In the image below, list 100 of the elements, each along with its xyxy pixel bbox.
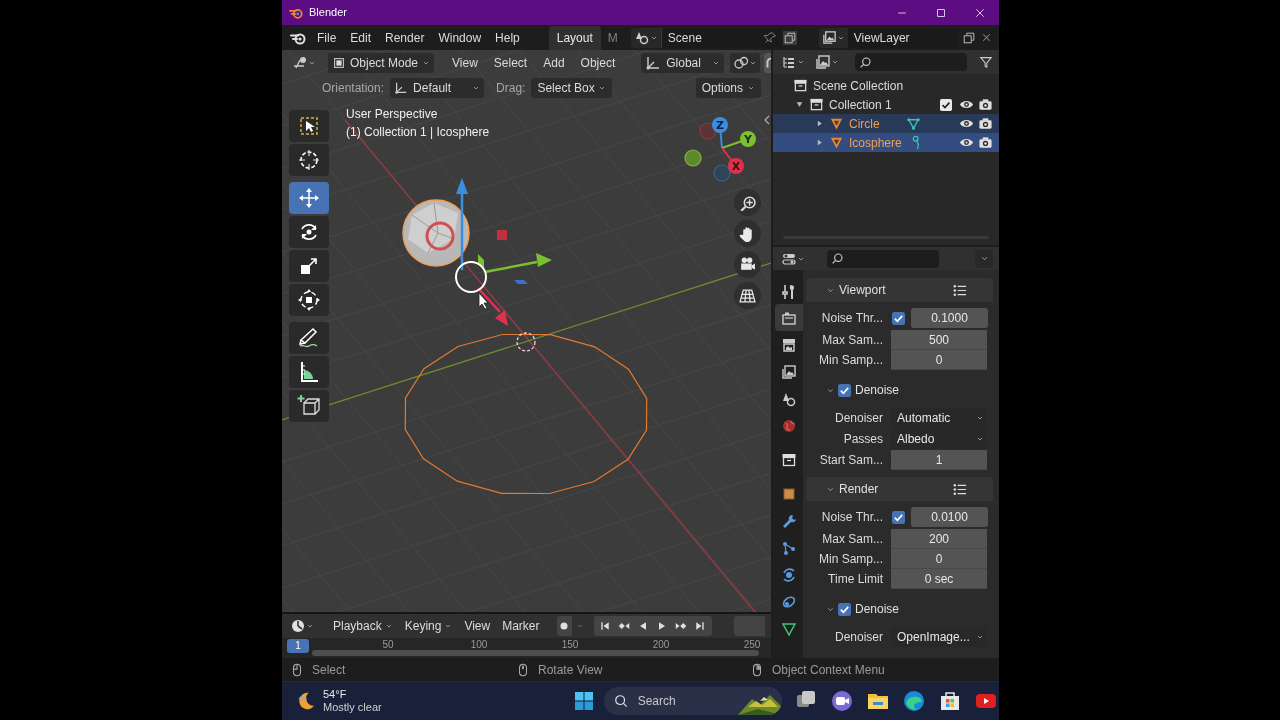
workspace-tab[interactable]: Layout — [548, 26, 601, 50]
search-field[interactable] — [855, 53, 967, 71]
collapse-triangle-icon[interactable] — [815, 138, 824, 147]
menu-item[interactable]: Edit — [343, 26, 379, 49]
menu-item[interactable]: View — [446, 52, 484, 73]
view-layer-selector[interactable] — [818, 27, 848, 48]
subpanel-header[interactable]: Denoise — [806, 378, 993, 402]
tool-button[interactable] — [289, 390, 329, 422]
copy-icon[interactable] — [961, 30, 976, 45]
expand-triangle-icon[interactable] — [795, 100, 804, 109]
axis-handle[interactable]: X — [728, 158, 744, 174]
list-icon[interactable] — [952, 481, 967, 497]
status-hint: Rotate View — [538, 661, 603, 679]
number-field[interactable]: 0 — [891, 350, 987, 370]
jump-end-icon — [694, 620, 707, 632]
drag-dropdown[interactable]: Select Box — [531, 77, 612, 98]
menu-item[interactable]: Marker — [497, 616, 545, 636]
orientation-dropdown[interactable]: Global — [641, 52, 724, 73]
grid-button[interactable] — [734, 282, 761, 309]
number-field[interactable]: 0 — [891, 549, 987, 569]
number-field[interactable]: 500 — [891, 330, 987, 350]
tool-button[interactable] — [289, 322, 329, 354]
browser-icon[interactable] — [901, 689, 926, 713]
physics-icon — [781, 566, 797, 583]
checkbox[interactable] — [940, 98, 952, 111]
axis-handle[interactable] — [713, 164, 731, 182]
subpanel-header[interactable]: Denoise — [806, 597, 993, 621]
collapse-triangle-icon[interactable] — [815, 119, 824, 128]
scene-selector[interactable] — [630, 27, 661, 48]
tool-button[interactable] — [289, 284, 329, 316]
dropdown[interactable]: Automatic — [891, 408, 987, 428]
current-frame-badge[interactable]: 1 — [287, 639, 309, 653]
panel-header[interactable]: Render — [806, 477, 993, 501]
hand-button[interactable] — [734, 220, 761, 247]
checkbox[interactable] — [892, 510, 905, 524]
checkbox[interactable] — [838, 383, 851, 397]
number-field[interactable]: 0 sec — [891, 569, 987, 589]
image-stack-icon — [815, 54, 831, 70]
menu-item[interactable]: Help — [488, 26, 527, 49]
checkbox[interactable] — [838, 602, 851, 616]
search-field[interactable] — [827, 249, 939, 268]
search-field[interactable]: Search — [603, 687, 782, 715]
menu-item[interactable]: Keying — [399, 616, 458, 636]
list-icon[interactable] — [952, 282, 967, 298]
camera-icon[interactable] — [978, 97, 993, 112]
menu-item[interactable]: Playback — [328, 616, 398, 636]
tool-button[interactable] — [289, 110, 329, 142]
subpanel-title: Denoise — [855, 601, 900, 618]
tool-button[interactable] — [289, 250, 329, 282]
menu-item[interactable]: Window — [431, 26, 489, 49]
axis-handle[interactable]: Y — [740, 131, 756, 147]
timeline-scrollbar[interactable] — [312, 650, 759, 656]
copy-icon[interactable] — [782, 30, 797, 45]
previous-keyframe-icon — [618, 620, 631, 632]
menu-item[interactable]: Add — [537, 52, 571, 73]
axis-handle[interactable]: Z — [712, 117, 728, 133]
number-field[interactable]: 0.0100 — [911, 507, 988, 527]
number-field[interactable]: 200 — [891, 529, 987, 549]
number-field[interactable]: 1 — [891, 450, 987, 470]
object-icon — [781, 485, 797, 502]
printer-icon — [781, 336, 797, 353]
windows-start-icon[interactable] — [573, 691, 594, 711]
search-placeholder: Search — [637, 693, 676, 710]
panel-header[interactable]: Viewport — [806, 278, 993, 302]
tool-button[interactable] — [289, 216, 329, 248]
options-dropdown[interactable]: Options — [695, 77, 761, 98]
axes-icon — [394, 80, 409, 95]
field-label: Passes — [842, 431, 883, 448]
menu-item[interactable]: View — [459, 616, 496, 636]
checkbox[interactable] — [892, 311, 905, 325]
tool-button[interactable] — [289, 144, 329, 176]
chat-icon[interactable] — [829, 689, 854, 713]
zoom-button[interactable] — [734, 189, 761, 216]
axis-handle[interactable] — [684, 149, 702, 167]
record-button[interactable] — [556, 616, 573, 636]
frame-number: 50 — [382, 639, 394, 650]
menu-item[interactable]: Select — [487, 52, 534, 73]
orientation-dropdown[interactable]: Default — [390, 77, 485, 98]
panel-title: Render — [839, 481, 879, 498]
camera-button[interactable] — [734, 251, 761, 278]
outliner-row[interactable]: Circle — [773, 114, 999, 133]
menu-item[interactable]: Render — [378, 26, 432, 49]
pivot-dropdown[interactable] — [729, 52, 760, 73]
sidebar-toggle-icon[interactable] — [763, 114, 771, 126]
axis-handle[interactable] — [699, 122, 717, 140]
close-icon — [973, 6, 986, 19]
outliner-row[interactable]: Icosphere — [773, 133, 999, 152]
number-field[interactable]: 0.1000 — [911, 308, 988, 328]
mode-dropdown[interactable]: Object Mode — [328, 52, 435, 73]
camera-icon[interactable] — [978, 116, 993, 131]
status-hint: Select — [312, 661, 346, 679]
dropdown[interactable]: OpenImage... — [891, 627, 987, 647]
workspace-tab[interactable]: M — [602, 26, 623, 49]
menu-item[interactable]: File — [310, 26, 344, 49]
tool-button[interactable] — [289, 356, 329, 388]
menu-item[interactable]: Object — [574, 52, 622, 73]
object-icon — [829, 116, 844, 131]
dropdown[interactable]: Albedo — [891, 429, 987, 449]
camera-icon[interactable] — [978, 135, 993, 150]
filter-icon[interactable] — [979, 55, 993, 69]
